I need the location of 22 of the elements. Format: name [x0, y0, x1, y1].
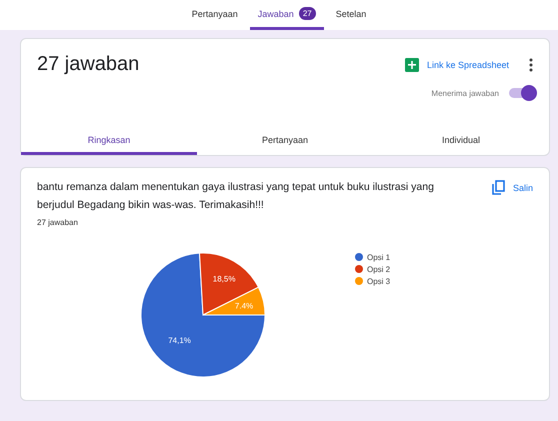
top-tab[interactable]: Jawaban 27 — [250, 0, 324, 30]
legend-label: Opsi 2 — [367, 265, 390, 274]
question-text: bantu remanza dalam menentukan gaya ilustrasi yang tepat untuk buku ilustrasi yang berjudul Begadang bikin was-was. Terimakasih!!! — [37, 180, 435, 213]
responses-title: 27 jawaban — [37, 53, 140, 76]
copy-button[interactable]: Salin — [492, 178, 533, 197]
top-tab[interactable]: Setelan — [328, 0, 374, 30]
response-count: 27 jawaban — [37, 218, 79, 227]
spreadsheet-link[interactable]: Link ke Spreadsheet — [404, 58, 509, 72]
view-tab[interactable]: Individual — [373, 127, 549, 155]
legend-label: Opsi 3 — [367, 277, 390, 286]
view-tab[interactable]: Ringkasan — [21, 127, 197, 155]
slice-label: 7.4% — [234, 301, 254, 310]
slice-label: 18,5% — [212, 274, 236, 284]
legend-label: Opsi 1 — [367, 253, 390, 262]
accepting-label: Menerima jawaban — [431, 88, 499, 98]
count-badge: 27 — [298, 7, 316, 20]
copy-icon — [492, 180, 505, 195]
top-tab[interactable]: Pertanyaan — [184, 0, 246, 30]
more-options-icon[interactable] — [529, 58, 533, 72]
spreadsheet-icon — [404, 58, 419, 72]
slice-label: 74,1% — [168, 336, 191, 345]
view-tab[interactable]: Pertanyaan — [197, 127, 373, 155]
